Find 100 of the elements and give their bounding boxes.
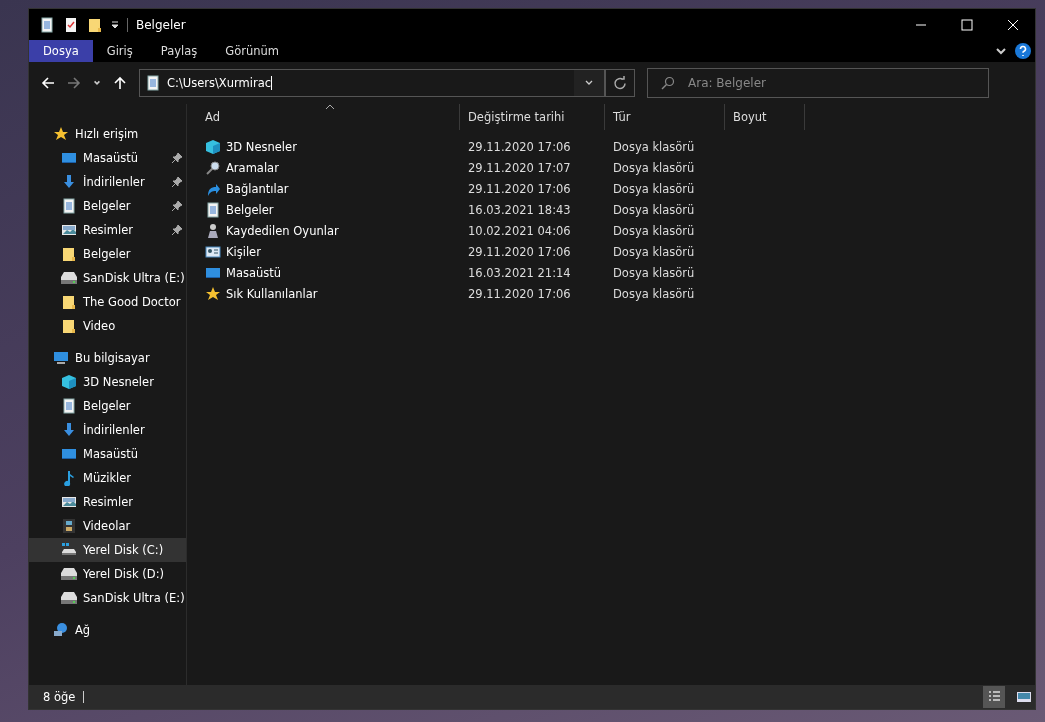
- computer-icon: [53, 350, 69, 366]
- refresh-icon: [613, 76, 627, 90]
- sidebar-item[interactable]: İndirilenler: [29, 170, 186, 194]
- file-type: Dosya klasörü: [612, 160, 696, 175]
- sidebar-item[interactable]: Masaüstü: [29, 442, 186, 466]
- folder-icon: [61, 294, 77, 310]
- file-type: Dosya klasörü: [612, 139, 696, 154]
- folder-icon: [61, 246, 77, 262]
- contact-card-icon: [205, 243, 221, 260]
- star-icon: [205, 285, 221, 302]
- document-icon: [61, 198, 77, 214]
- file-row[interactable]: Bağlantılar 29.11.2020 17:06 Dosya klasörü: [197, 178, 805, 199]
- file-row[interactable]: Kişiler 29.11.2020 17:06 Dosya klasörü: [197, 241, 805, 262]
- sidebar-item[interactable]: SanDisk Ultra (E:): [29, 586, 186, 610]
- file-row[interactable]: Masaüstü 16.03.2021 21:14 Dosya klasörü: [197, 262, 805, 283]
- modified-date: 16.03.2021 18:43: [467, 202, 572, 217]
- drive-icon: [61, 566, 77, 582]
- sidebar-item[interactable]: Belgeler: [29, 394, 186, 418]
- checklist-icon: [63, 16, 79, 33]
- sidebar-item[interactable]: The Good Doctor: [29, 290, 186, 314]
- ribbon-tab[interactable]: Görünüm: [211, 40, 294, 62]
- star-icon: [53, 126, 69, 142]
- sidebar-item[interactable]: Müzikler: [29, 466, 186, 490]
- modified-date: 10.02.2021 04:06: [467, 223, 572, 238]
- landscape-picture-icon: [61, 222, 77, 238]
- sort-ascending-caret-icon: [325, 104, 335, 110]
- file-row[interactable]: Sık Kullanılanlar 29.11.2020 17:06 Dosya klasörü: [197, 283, 805, 304]
- ribbon-tab[interactable]: Giriş: [92, 40, 147, 62]
- download-arrow-icon: [61, 422, 77, 438]
- sidebar-section[interactable]: Ağ: [29, 618, 186, 642]
- back-arrow-icon[interactable]: [41, 76, 55, 90]
- download-arrow-icon: [61, 174, 77, 190]
- close-icon[interactable]: [1007, 18, 1019, 31]
- document-icon: [61, 398, 77, 414]
- expand-ribbon-caret-icon[interactable]: [995, 45, 1007, 57]
- cube-icon: [205, 138, 221, 155]
- file-name: 3D Nesneler: [226, 139, 297, 154]
- window-title: Belgeler: [136, 17, 186, 32]
- pin-icon[interactable]: [172, 177, 182, 187]
- music-note-icon: [61, 470, 77, 486]
- network-globe-icon: [53, 622, 69, 638]
- address-field[interactable]: C:\Users\Xurmirac: [139, 69, 605, 97]
- refresh-button[interactable]: [605, 69, 635, 97]
- sidebar-item[interactable]: İndirilenler: [29, 418, 186, 442]
- document-icon: [39, 16, 55, 33]
- search-field[interactable]: Ara: Belgeler: [647, 68, 989, 98]
- pin-icon[interactable]: [172, 201, 182, 211]
- sidebar-item[interactable]: Belgeler: [29, 242, 186, 266]
- item-count: 8 öğe: [43, 690, 76, 704]
- magnifier-icon: [205, 159, 221, 176]
- document-icon: [205, 201, 221, 218]
- recent-caret-icon[interactable]: [93, 79, 101, 87]
- sidebar-item[interactable]: SanDisk Ultra (E:): [29, 266, 186, 290]
- drive-icon: [61, 270, 77, 286]
- maximize-icon[interactable]: [961, 18, 973, 31]
- sidebar-item[interactable]: Resimler: [29, 490, 186, 514]
- file-row[interactable]: 3D Nesneler 29.11.2020 17:06 Dosya klasörü: [197, 136, 805, 157]
- column-header[interactable]: Boyut: [725, 104, 805, 130]
- column-header[interactable]: Ad: [197, 104, 460, 130]
- column-header[interactable]: Değiştirme tarihi: [460, 104, 605, 130]
- modified-date: 29.11.2020 17:06: [467, 286, 572, 301]
- sidebar-section[interactable]: Bu bilgisayar: [29, 346, 186, 370]
- sidebar-item[interactable]: Masaüstü: [29, 146, 186, 170]
- column-header[interactable]: Tür: [605, 104, 725, 130]
- sidebar-item[interactable]: 3D Nesneler: [29, 370, 186, 394]
- file-name: Kişiler: [226, 244, 261, 259]
- sidebar-item[interactable]: Yerel Disk (C:): [29, 538, 186, 562]
- ribbon-tab[interactable]: Dosya: [29, 40, 93, 62]
- help-icon[interactable]: [1015, 43, 1031, 59]
- landscape-picture-icon: [61, 494, 77, 510]
- monitor-icon: [61, 150, 77, 166]
- search-icon: [661, 76, 675, 90]
- modified-date: 29.11.2020 17:06: [467, 139, 572, 154]
- picture-view-icon: [1016, 689, 1032, 705]
- file-name: Sık Kullanılanlar: [226, 286, 318, 301]
- drive-icon: [61, 590, 77, 606]
- file-name: Belgeler: [226, 202, 274, 217]
- pin-icon[interactable]: [172, 153, 182, 163]
- file-type: Dosya klasörü: [612, 265, 696, 280]
- sidebar-item[interactable]: Videolar: [29, 514, 186, 538]
- up-arrow-icon[interactable]: [113, 76, 127, 90]
- cube-icon: [61, 374, 77, 390]
- sidebar-item[interactable]: Video: [29, 314, 186, 338]
- pin-icon[interactable]: [172, 225, 182, 235]
- folder-icon: [87, 16, 103, 33]
- file-name: Kaydedilen Oyunlar: [226, 223, 339, 238]
- monitor-icon: [61, 446, 77, 462]
- ribbon-tab[interactable]: Paylaş: [146, 40, 212, 62]
- sidebar-item[interactable]: Belgeler: [29, 194, 186, 218]
- sidebar-section[interactable]: Hızlı erişim: [29, 122, 186, 146]
- customize-caret-icon[interactable]: [111, 20, 119, 29]
- forward-arrow-icon[interactable]: [67, 76, 81, 90]
- file-row[interactable]: Belgeler 16.03.2021 18:43 Dosya klasörü: [197, 199, 805, 220]
- file-type: Dosya klasörü: [612, 181, 696, 196]
- sidebar-item[interactable]: Yerel Disk (D:): [29, 562, 186, 586]
- file-name: Bağlantılar: [226, 181, 289, 196]
- file-name: Masaüstü: [226, 265, 282, 280]
- sidebar-item[interactable]: Resimler: [29, 218, 186, 242]
- file-row[interactable]: Kaydedilen Oyunlar 10.02.2021 04:06 Dosya klasörü: [197, 220, 805, 241]
- file-row[interactable]: Aramalar 29.11.2020 17:07 Dosya klasörü: [197, 157, 805, 178]
